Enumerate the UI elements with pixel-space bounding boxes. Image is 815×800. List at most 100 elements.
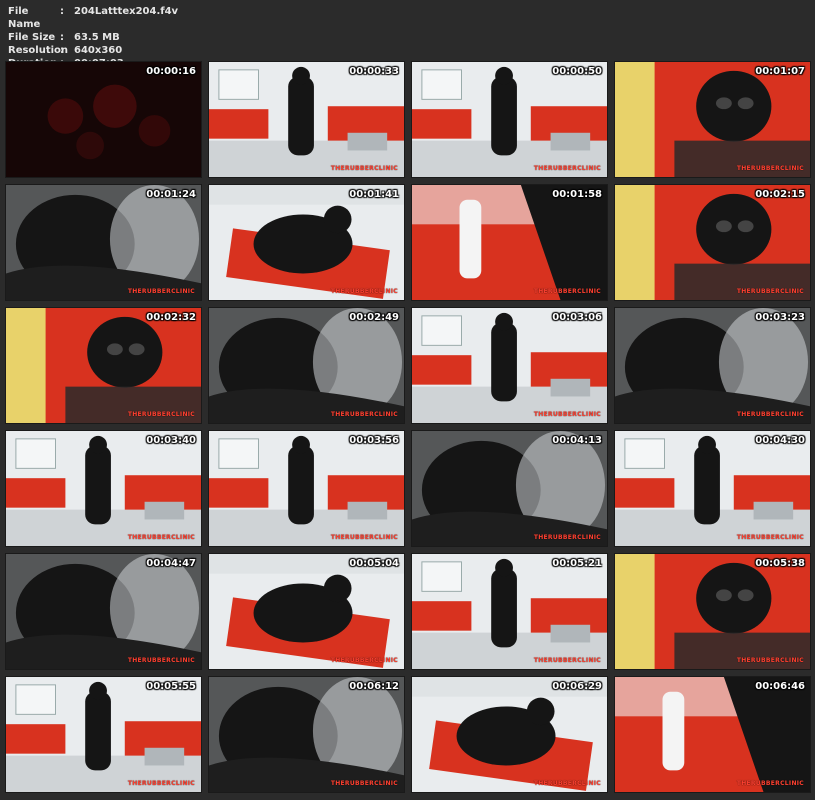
video-thumbnail[interactable]: 00:04:13 THERUBBERCLINIC xyxy=(411,430,608,547)
info-separator: : xyxy=(60,45,64,56)
thumbnail-timestamp: 00:01:58 xyxy=(552,189,602,200)
video-thumbnail[interactable]: 00:06:29 THERUBBERCLINIC xyxy=(411,676,608,793)
thumbnail-watermark: THERUBBERCLINIC xyxy=(330,780,398,787)
thumbnail-timestamp: 00:06:29 xyxy=(552,681,602,692)
thumbnail-watermark: THERUBBERCLINIC xyxy=(127,534,195,541)
video-thumbnail[interactable]: 00:02:32 THERUBBERCLINIC xyxy=(5,307,202,424)
thumbnail-frame-image xyxy=(412,431,607,546)
thumbnail-frame-image xyxy=(6,185,201,300)
video-thumbnail[interactable]: 00:02:49 THERUBBERCLINIC xyxy=(208,307,405,424)
thumbnail-frame-image xyxy=(209,431,404,546)
video-thumbnail[interactable]: 00:03:23 THERUBBERCLINIC xyxy=(614,307,811,424)
thumbnail-timestamp: 00:00:50 xyxy=(552,66,602,77)
thumbnail-timestamp: 00:05:38 xyxy=(755,558,805,569)
thumbnail-timestamp: 00:03:23 xyxy=(755,312,805,323)
info-row-resolution: Resolution : 640x360 xyxy=(8,44,178,57)
video-thumbnail[interactable]: 00:00:33 THERUBBERCLINIC xyxy=(208,61,405,178)
video-thumbnail[interactable]: 00:06:46 THERUBBERCLINIC xyxy=(614,676,811,793)
thumbnail-frame-image xyxy=(615,554,810,669)
info-label: File Name xyxy=(8,6,41,30)
thumbnail-timestamp: 00:05:55 xyxy=(146,681,196,692)
thumbnail-timestamp: 00:01:24 xyxy=(146,189,196,200)
thumbnail-watermark: THERUBBERCLINIC xyxy=(736,288,804,295)
thumbnail-frame-image xyxy=(6,431,201,546)
thumbnail-watermark: THERUBBERCLINIC xyxy=(330,288,398,295)
thumbnail-timestamp: 00:02:32 xyxy=(146,312,196,323)
video-thumbnail[interactable]: 00:05:38 THERUBBERCLINIC xyxy=(614,553,811,670)
thumbnail-timestamp: 00:03:06 xyxy=(552,312,602,323)
video-thumbnail[interactable]: 00:05:55 THERUBBERCLINIC xyxy=(5,676,202,793)
thumbnail-timestamp: 00:03:40 xyxy=(146,435,196,446)
thumbnail-timestamp: 00:02:15 xyxy=(755,189,805,200)
info-label: Resolution xyxy=(8,45,69,56)
video-thumbnail[interactable]: 00:06:12 THERUBBERCLINIC xyxy=(208,676,405,793)
thumbnail-watermark: THERUBBERCLINIC xyxy=(736,411,804,418)
thumbnail-frame-image xyxy=(6,554,201,669)
info-value: 204Latttex204.f4v xyxy=(74,6,179,17)
thumbnail-watermark: THERUBBERCLINIC xyxy=(330,534,398,541)
thumbnail-frame-image xyxy=(412,185,607,300)
info-row-file-size: File Size : 63.5 MB xyxy=(8,31,178,44)
info-separator: : xyxy=(60,6,64,17)
video-thumbnail[interactable]: 00:00:50 THERUBBERCLINIC xyxy=(411,61,608,178)
thumbnail-watermark: THERUBBERCLINIC xyxy=(127,780,195,787)
info-separator: : xyxy=(60,32,64,43)
video-thumbnail[interactable]: 00:05:04 THERUBBERCLINIC xyxy=(208,553,405,670)
thumbnail-timestamp: 00:02:49 xyxy=(349,312,399,323)
video-thumbnail[interactable]: 00:00:16 xyxy=(5,61,202,178)
thumbnail-watermark: THERUBBERCLINIC xyxy=(533,534,601,541)
info-label: File Size xyxy=(8,32,56,43)
thumbnail-timestamp: 00:04:47 xyxy=(146,558,196,569)
video-thumbnail[interactable]: 00:03:06 THERUBBERCLINIC xyxy=(411,307,608,424)
video-thumbnail[interactable]: 00:04:30 THERUBBERCLINIC xyxy=(614,430,811,547)
thumbnail-watermark: THERUBBERCLINIC xyxy=(533,780,601,787)
thumbnail-timestamp: 00:05:04 xyxy=(349,558,399,569)
thumbnail-watermark: THERUBBERCLINIC xyxy=(127,657,195,664)
video-thumbnail[interactable]: 00:03:56 THERUBBERCLINIC xyxy=(208,430,405,547)
video-thumbnail[interactable]: 00:01:41 THERUBBERCLINIC xyxy=(208,184,405,301)
thumbnail-frame-image xyxy=(615,431,810,546)
thumbnail-watermark: THERUBBERCLINIC xyxy=(533,165,601,172)
thumbnail-frame-image xyxy=(412,308,607,423)
thumbnail-frame-image xyxy=(6,62,201,177)
thumbnail-frame-image xyxy=(412,677,607,792)
video-thumbnail[interactable]: 00:02:15 THERUBBERCLINIC xyxy=(614,184,811,301)
video-thumbnail[interactable]: 00:03:40 THERUBBERCLINIC xyxy=(5,430,202,547)
thumbnail-frame-image xyxy=(615,185,810,300)
thumbnail-frame-image xyxy=(615,677,810,792)
thumbnail-watermark: THERUBBERCLINIC xyxy=(736,657,804,664)
thumbnail-frame-image xyxy=(412,62,607,177)
thumbnail-frame-image xyxy=(6,308,201,423)
video-thumbnail[interactable]: 00:01:24 THERUBBERCLINIC xyxy=(5,184,202,301)
thumbnail-timestamp: 00:05:21 xyxy=(552,558,602,569)
info-value: 640x360 xyxy=(74,45,123,56)
thumbnail-timestamp: 00:04:13 xyxy=(552,435,602,446)
video-thumbnail[interactable]: 00:01:58 THERUBBERCLINIC xyxy=(411,184,608,301)
thumbnail-watermark: THERUBBERCLINIC xyxy=(533,657,601,664)
thumbnail-watermark: THERUBBERCLINIC xyxy=(736,780,804,787)
thumbnail-timestamp: 00:06:12 xyxy=(349,681,399,692)
thumbnail-frame-image xyxy=(209,554,404,669)
video-thumbnail[interactable]: 00:01:07 THERUBBERCLINIC xyxy=(614,61,811,178)
thumbnail-frame-image xyxy=(209,677,404,792)
thumbnail-watermark: THERUBBERCLINIC xyxy=(330,165,398,172)
thumbnail-frame-image xyxy=(615,62,810,177)
thumbnail-watermark: THERUBBERCLINIC xyxy=(736,534,804,541)
thumbnail-frame-image xyxy=(209,308,404,423)
thumbnail-frame-image xyxy=(615,308,810,423)
thumbnail-timestamp: 00:03:56 xyxy=(349,435,399,446)
thumbnail-frame-image xyxy=(209,62,404,177)
video-thumbnail[interactable]: 00:04:47 THERUBBERCLINIC xyxy=(5,553,202,670)
video-thumbnail[interactable]: 00:05:21 THERUBBERCLINIC xyxy=(411,553,608,670)
thumbnail-watermark: THERUBBERCLINIC xyxy=(330,411,398,418)
thumbnail-watermark: THERUBBERCLINIC xyxy=(127,288,195,295)
thumbnail-watermark: THERUBBERCLINIC xyxy=(533,411,601,418)
info-row-file-name: File Name : 204Latttex204.f4v xyxy=(8,5,178,31)
thumbnail-timestamp: 00:06:46 xyxy=(755,681,805,692)
thumbnail-frame-image xyxy=(412,554,607,669)
thumbnail-timestamp: 00:01:07 xyxy=(755,66,805,77)
info-value: 63.5 MB xyxy=(74,32,120,43)
thumbnail-grid: 00:00:16 00:00:33 THERUBBERCLINIC 00:00:5… xyxy=(5,61,811,797)
thumbnail-timestamp: 00:04:30 xyxy=(755,435,805,446)
thumbnail-frame-image xyxy=(6,677,201,792)
